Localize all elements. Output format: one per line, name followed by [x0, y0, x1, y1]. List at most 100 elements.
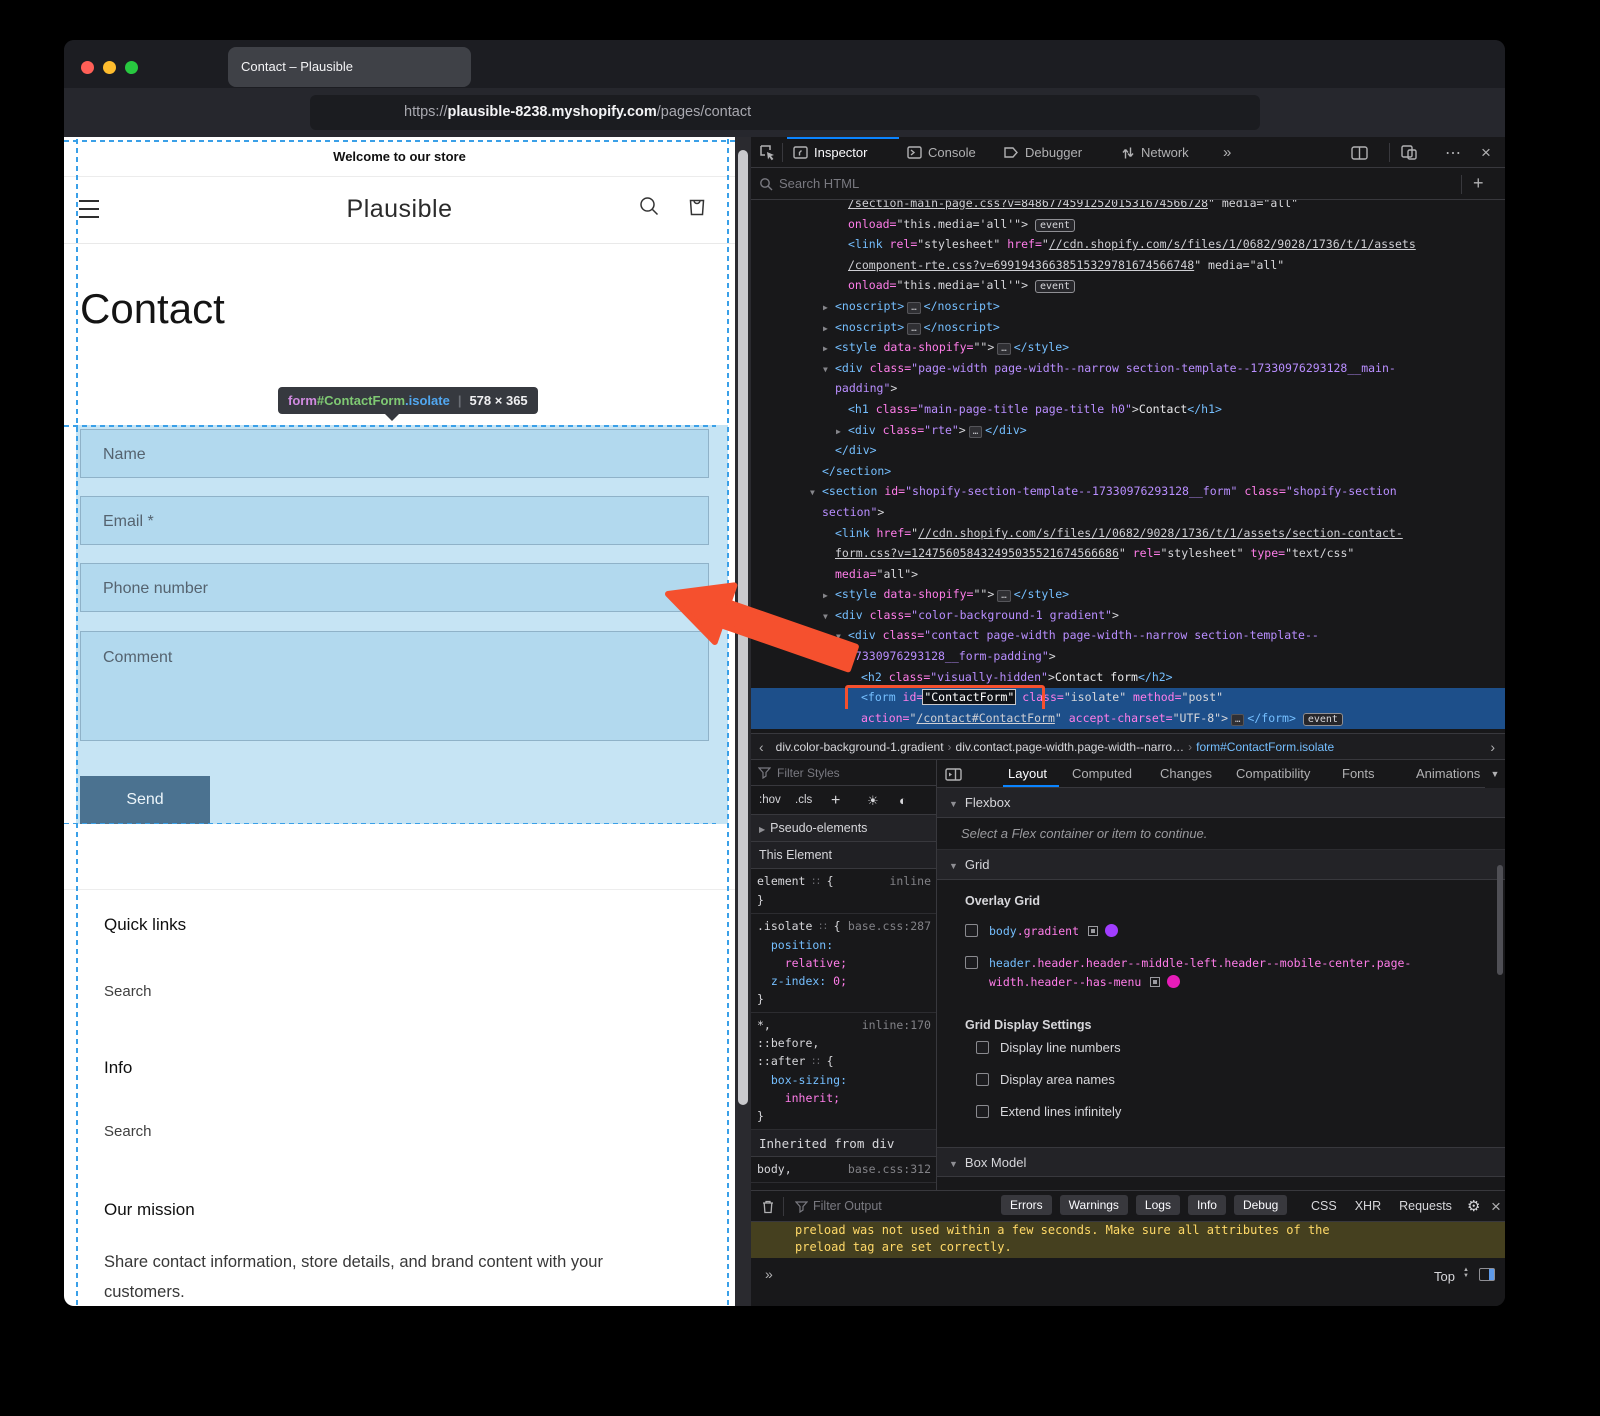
minimize-window-button[interactable]	[103, 61, 116, 74]
tab-debugger[interactable]: Debugger	[1003, 137, 1082, 168]
checkbox[interactable]	[976, 1041, 989, 1054]
code-line[interactable]: ::before,	[757, 1034, 931, 1052]
code-line[interactable]: ▶<div class="rte">…</div>	[751, 421, 1505, 442]
code-line[interactable]: <link rel="stylesheet" href="//cdn.shopi…	[751, 235, 1505, 256]
checkbox[interactable]	[976, 1105, 989, 1118]
name-field[interactable]: Name	[80, 429, 709, 478]
pseudo-elements-header[interactable]: ▶Pseudo-elements	[751, 815, 937, 842]
code-line[interactable]: }	[757, 1107, 931, 1125]
close-console-icon[interactable]: ×	[1491, 1198, 1501, 1215]
code-line[interactable]: ▼<div class="color-background-1 gradient…	[751, 606, 1505, 627]
twisty-icon[interactable]: ▼	[823, 361, 835, 380]
split-editor-icon[interactable]	[1479, 1268, 1495, 1281]
filter-errors-button[interactable]: Errors	[1001, 1195, 1052, 1215]
code-line[interactable]: form.css?v=12475605843249503552167456668…	[751, 544, 1505, 565]
tab-inspector[interactable]: Inspector	[793, 137, 867, 168]
clear-console-icon[interactable]	[761, 1199, 775, 1214]
search-html-input[interactable]: Search HTML	[779, 168, 859, 200]
code-line[interactable]: ▶<noscript>…</noscript>	[751, 297, 1505, 318]
phone-field[interactable]: Phone number	[80, 563, 709, 612]
code-line[interactable]: ▶<style data-shopify="">…</style>	[751, 338, 1505, 359]
filter-debug-button[interactable]: Debug	[1234, 1195, 1287, 1215]
code-line[interactable]: </div>	[751, 441, 1505, 462]
twisty-icon[interactable]: ▶	[823, 340, 835, 359]
code-line[interactable]: padding">	[751, 379, 1505, 400]
meatball-menu-icon[interactable]: ⋯	[1445, 137, 1461, 168]
footer-link-search-2[interactable]: Search	[104, 1123, 152, 1140]
pick-element-icon[interactable]	[759, 137, 776, 168]
code-line[interactable]: <link href="//cdn.shopify.com/s/files/1/…	[751, 524, 1505, 545]
toggle-classes-button[interactable]: .cls	[795, 786, 812, 815]
code-line[interactable]: ▶<noscript>…</noscript>	[751, 318, 1505, 339]
code-line[interactable]: box-sizing:	[757, 1071, 931, 1089]
tab-fonts[interactable]: Fonts	[1342, 760, 1375, 788]
tab-network[interactable]: Network	[1121, 137, 1189, 168]
grid-color-swatch[interactable]	[1167, 975, 1180, 988]
code-line[interactable]: onload="this.media='all'"> event	[751, 276, 1505, 297]
expand-console-icon[interactable]: »	[765, 1266, 773, 1282]
code-line[interactable]: <form id="ContactForm" class="isolate" m…	[751, 688, 1505, 709]
filter-output-input[interactable]: Filter Output	[813, 1191, 882, 1222]
breadcrumb-item[interactable]: div.contact.page-width.page-width--narro…	[956, 740, 1185, 754]
code-line[interactable]: element ∷ {inline	[757, 872, 931, 891]
more-tabs-button[interactable]: »	[1223, 137, 1231, 168]
tab-animations[interactable]: Animations	[1416, 760, 1480, 788]
code-line[interactable]: /component-rte.css?v=6991943663851532978…	[751, 256, 1505, 277]
code-line[interactable]: ▼<div class="page-width page-width--narr…	[751, 359, 1505, 380]
grid-inspect-icon[interactable]	[1088, 926, 1098, 936]
tab-overflow-dropdown-icon[interactable]: ▼	[1485, 760, 1505, 788]
tab-layout[interactable]: Layout	[1008, 760, 1047, 788]
breadcrumb-item-selected[interactable]: form#ContactForm.isolate	[1196, 740, 1334, 754]
code-line[interactable]: onload="this.media='all'"> event	[751, 215, 1505, 236]
checkbox[interactable]	[965, 924, 978, 937]
filter-css-button[interactable]: CSS	[1311, 1191, 1337, 1222]
code-line[interactable]: *,inline:170	[757, 1016, 931, 1034]
tab-changes[interactable]: Changes	[1160, 760, 1212, 788]
add-node-button[interactable]: +	[1473, 168, 1484, 199]
code-line[interactable]: z-index: 0;	[757, 972, 931, 990]
filter-info-button[interactable]: Info	[1188, 1195, 1226, 1215]
twisty-icon[interactable]: ▼	[836, 628, 848, 647]
scrollbar-thumb[interactable]	[1497, 865, 1503, 975]
breadcrumb-forward-icon[interactable]: ›	[1490, 739, 1495, 755]
code-line[interactable]: 17330976293128__form-padding">	[751, 647, 1505, 668]
twisty-icon[interactable]: ▼	[810, 484, 822, 503]
code-line[interactable]: position:	[757, 936, 931, 954]
checkbox[interactable]	[976, 1073, 989, 1086]
scrollbar-thumb[interactable]	[738, 150, 748, 1105]
footer-link-search[interactable]: Search	[104, 983, 152, 1000]
breadcrumb-item[interactable]: div.color-background-1.gradient	[776, 740, 944, 754]
light-mode-sim-icon[interactable]: ☀	[867, 786, 879, 815]
filter-requests-button[interactable]: Requests	[1399, 1191, 1452, 1222]
comment-field[interactable]: Comment	[80, 631, 709, 741]
dark-mode-sim-icon[interactable]: ◐	[899, 786, 907, 815]
code-line[interactable]: media="all">	[751, 565, 1505, 586]
code-line[interactable]: }	[757, 891, 931, 909]
code-line[interactable]: }	[757, 990, 931, 1008]
console-settings-gear-icon[interactable]: ⚙	[1467, 1197, 1480, 1215]
three-pane-toggle-icon[interactable]	[945, 768, 962, 781]
frame-selector[interactable]: Top	[1434, 1269, 1455, 1284]
code-line[interactable]: action="/contact#ContactForm" accept-cha…	[751, 709, 1505, 730]
email-field[interactable]: Email *	[80, 496, 709, 545]
breadcrumb-back-icon[interactable]: ‹	[759, 739, 764, 755]
tab-compatibility[interactable]: Compatibility	[1236, 760, 1310, 788]
cart-icon[interactable]	[685, 194, 709, 218]
send-button[interactable]: Send	[80, 776, 210, 824]
code-line[interactable]: relative;	[757, 954, 931, 972]
code-line[interactable]: ::after ∷ {	[757, 1052, 931, 1071]
flexbox-section-header[interactable]: ▼Flexbox	[937, 788, 1505, 818]
code-line[interactable]: .isolate ∷ {	[757, 917, 931, 936]
close-devtools-icon[interactable]: ×	[1481, 137, 1491, 168]
search-icon[interactable]	[637, 194, 661, 218]
add-rule-button[interactable]: +	[831, 786, 840, 815]
checkbox[interactable]	[965, 956, 978, 969]
code-line[interactable]: /section-main-page.css?v=848677459125201…	[751, 200, 1505, 215]
twisty-icon[interactable]: ▼	[823, 608, 835, 627]
split-console-icon[interactable]	[1351, 137, 1368, 168]
code-line[interactable]: </section>	[751, 462, 1505, 483]
zoom-window-button[interactable]	[125, 61, 138, 74]
twisty-icon[interactable]: ▶	[823, 299, 835, 318]
grid-section-header[interactable]: ▼Grid	[937, 850, 1505, 880]
toggle-pseudo-classes-button[interactable]: :hov	[759, 786, 781, 815]
